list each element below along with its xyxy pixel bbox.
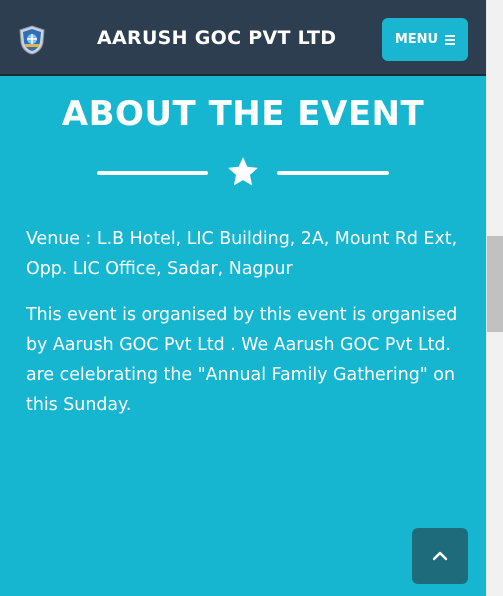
hamburger-icon: [445, 34, 456, 45]
chevron-up-icon: [432, 551, 448, 561]
divider-line-right: [277, 171, 389, 175]
divider-line-left: [97, 171, 208, 175]
star-icon: [228, 157, 258, 186]
scroll-to-top-button[interactable]: [412, 528, 468, 584]
star-divider: [97, 155, 389, 193]
top-navbar: AARUSH GOC PVT LTD MENU: [0, 0, 486, 76]
menu-button[interactable]: MENU: [382, 18, 468, 61]
shield-logo-icon[interactable]: [18, 25, 46, 55]
page: AARUSH GOC PVT LTD MENU ABOUT THE EVENT …: [0, 0, 503, 596]
menu-label: MENU: [394, 32, 439, 47]
section-heading: ABOUT THE EVENT: [61, 94, 425, 134]
brand-title[interactable]: AARUSH GOC PVT LTD: [97, 27, 336, 49]
page-scrollbar[interactable]: [486, 0, 503, 596]
venue-text: Venue : L.B Hotel, LIC Building, 2A, Mou…: [26, 229, 458, 279]
event-description: This event is organised by this event is…: [26, 305, 458, 415]
scrollbar-thumb[interactable]: [487, 236, 503, 332]
